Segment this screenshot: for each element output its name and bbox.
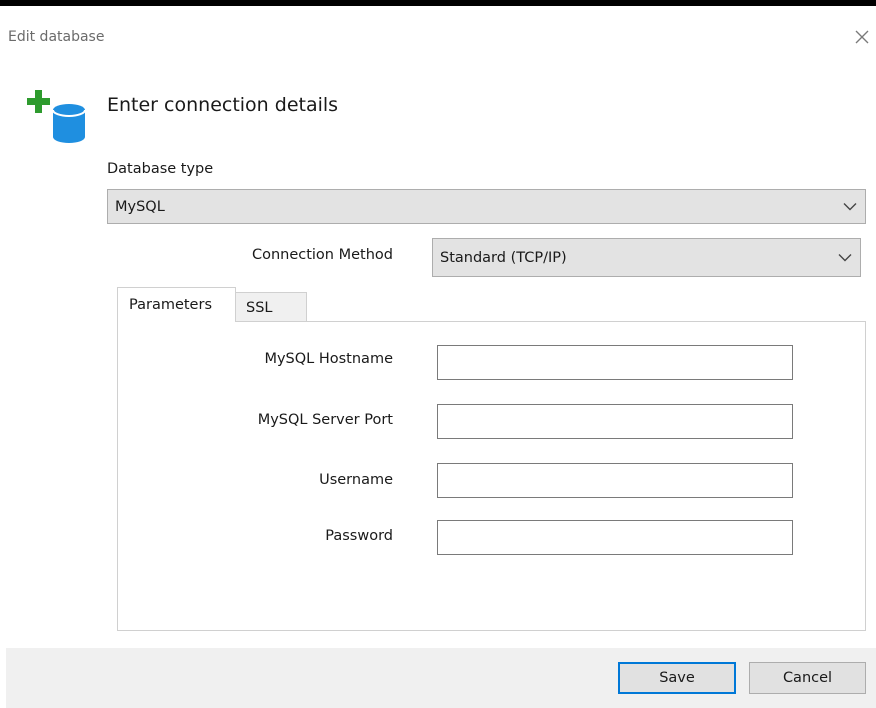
dialog-footer [6,648,876,708]
connection-method-select[interactable]: Standard (TCP/IP) [432,238,861,277]
close-icon[interactable] [853,28,871,46]
window-top-border [0,0,876,6]
database-type-value: MySQL [115,198,165,215]
password-field[interactable] [437,520,793,555]
hostname-field[interactable] [437,345,793,380]
hostname-label: MySQL Hostname [264,351,393,367]
tab-parameters-label: Parameters [129,297,212,313]
add-database-icon [27,90,86,143]
cancel-button[interactable]: Cancel [749,662,866,694]
connection-method-value: Standard (TCP/IP) [440,249,567,266]
connection-method-label: Connection Method [251,247,393,263]
page-title: Enter connection details [107,94,339,116]
username-label: Username [319,472,393,488]
window-title: Edit database [8,29,105,45]
chevron-down-icon [838,253,852,261]
database-type-select[interactable]: MySQL [107,189,866,224]
tab-parameters[interactable]: Parameters [117,287,236,322]
tab-ssl-label: SSL [246,299,273,316]
chevron-down-icon [843,202,857,210]
database-type-label: Database type [107,161,214,177]
port-field[interactable] [437,404,793,439]
tab-ssl[interactable]: SSL [235,292,307,322]
username-field[interactable] [437,463,793,498]
save-button[interactable]: Save [618,662,736,694]
password-label: Password [325,528,393,544]
port-label: MySQL Server Port [257,412,393,428]
